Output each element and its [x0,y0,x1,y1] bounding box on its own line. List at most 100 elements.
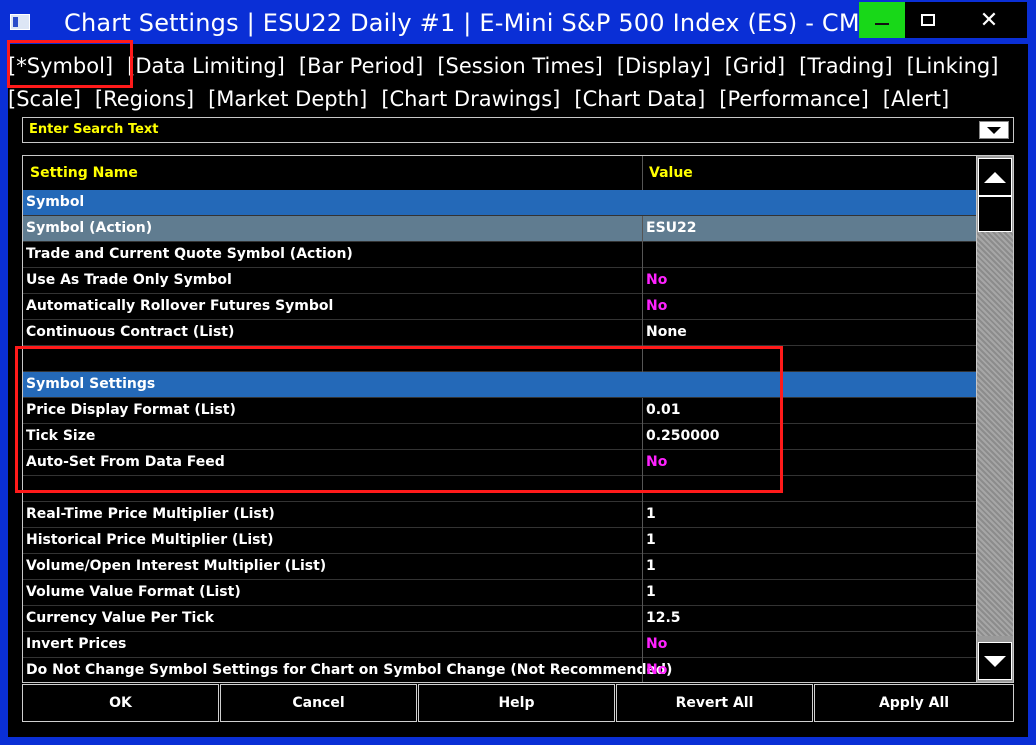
setting-row[interactable]: Use As Trade Only Symbol No [23,268,977,294]
setting-row[interactable]: Volume Value Format (List) 1 [23,580,977,606]
section-header-row[interactable]: Symbol [23,190,977,216]
tab-chart-data[interactable]: [Chart Data] [574,87,705,111]
setting-row[interactable]: Currency Value Per Tick 12.5 [23,606,977,632]
setting-name: Automatically Rollover Futures Symbol [26,298,334,314]
tab-performance[interactable]: [Performance] [719,87,868,111]
app-icon[interactable] [10,14,30,30]
setting-row[interactable]: Symbol (Action) ESU22 [23,216,977,242]
search-dropdown-button[interactable] [979,121,1009,139]
setting-name: Symbol [26,194,85,210]
setting-row[interactable]: Tick Size 0.250000 [23,424,977,450]
column-divider [642,242,643,268]
setting-value[interactable]: ESU22 [646,220,697,236]
tab-alert[interactable]: [Alert] [883,87,949,111]
minimize-icon [875,23,889,25]
arrow-up-icon [984,171,1006,183]
setting-value[interactable]: 0.01 [646,402,681,418]
setting-name: Tick Size [26,428,96,444]
tab-trading[interactable]: [Trading] [799,54,892,78]
maximize-button[interactable] [905,2,951,38]
setting-name: Price Display Format (List) [26,402,236,418]
close-button[interactable]: ✕ [951,2,1027,38]
tab-grid[interactable]: [Grid] [725,54,785,78]
setting-value[interactable]: None [646,324,687,340]
tab-linking[interactable]: [Linking] [907,54,999,78]
setting-value[interactable]: No [646,636,667,652]
setting-name: Volume/Open Interest Multiplier (List) [26,558,327,574]
setting-name: Invert Prices [26,636,127,652]
column-divider [642,268,643,294]
setting-name: Trade and Current Quote Symbol (Action) [26,246,353,262]
setting-value[interactable]: 1 [646,558,656,574]
setting-name: Symbol (Action) [26,220,153,236]
maximize-icon [921,14,935,26]
search-input[interactable]: Enter Search Text [22,117,1014,143]
column-divider[interactable] [642,156,643,190]
title-bar[interactable]: Chart Settings | ESU22 Daily #1 | E-Mini… [0,0,1036,44]
setting-row[interactable]: Continuous Contract (List) None [23,320,977,346]
column-divider [642,554,643,580]
setting-value[interactable]: No [646,298,667,314]
scroll-track[interactable] [977,232,1013,636]
revert-all-button[interactable]: Revert All [616,684,813,722]
setting-row[interactable]: Do Not Change Symbol Settings for Chart … [23,658,977,682]
tab-scale[interactable]: [Scale] [8,87,81,111]
setting-value[interactable]: 1 [646,584,656,600]
help-button[interactable]: Help [418,684,615,722]
column-divider [642,294,643,320]
tab-bar-period[interactable]: [Bar Period] [299,54,423,78]
tab-symbol[interactable]: [*Symbol] [8,54,113,78]
setting-row[interactable]: Automatically Rollover Futures Symbol No [23,294,977,320]
setting-value[interactable]: 12.5 [646,610,681,626]
scroll-down-button[interactable] [978,642,1012,680]
setting-name: Currency Value Per Tick [26,610,214,626]
setting-row[interactable]: Real-Time Price Multiplier (List) 1 [23,502,977,528]
setting-value[interactable]: 1 [646,506,656,522]
spacer-row [23,476,977,502]
column-divider [642,398,643,424]
scroll-thumb[interactable] [978,196,1012,232]
setting-name: Use As Trade Only Symbol [26,272,232,288]
setting-row[interactable]: Trade and Current Quote Symbol (Action) [23,242,977,268]
setting-row[interactable]: Volume/Open Interest Multiplier (List) 1 [23,554,977,580]
grid-header: Setting Name Value [23,156,977,190]
column-divider [642,658,643,682]
setting-value[interactable]: No [646,272,667,288]
setting-row[interactable]: Price Display Format (List) 0.01 [23,398,977,424]
window-title: Chart Settings | ESU22 Daily #1 | E-Mini… [64,9,876,37]
column-divider [642,580,643,606]
minimize-button[interactable] [859,2,905,38]
column-divider [642,632,643,658]
tab-chart-drawings[interactable]: [Chart Drawings] [381,87,560,111]
chart-settings-window: Chart Settings | ESU22 Daily #1 | E-Mini… [0,0,1036,745]
setting-value[interactable]: No [646,454,667,470]
scroll-up-button[interactable] [978,158,1012,196]
setting-name: Historical Price Multiplier (List) [26,532,274,548]
tab-session-times[interactable]: [Session Times] [437,54,603,78]
column-header-value[interactable]: Value [649,165,693,181]
setting-row[interactable]: Auto-Set From Data Feed No [23,450,977,476]
column-divider [642,502,643,528]
setting-value[interactable]: 1 [646,532,656,548]
column-divider [642,476,643,502]
column-divider [642,606,643,632]
column-divider [642,216,643,242]
tab-regions[interactable]: [Regions] [95,87,194,111]
setting-row[interactable]: Historical Price Multiplier (List) 1 [23,528,977,554]
ok-button[interactable]: OK [22,684,219,722]
vertical-scrollbar[interactable] [976,155,1014,683]
column-divider [642,528,643,554]
column-divider [642,320,643,346]
setting-value[interactable]: No [646,662,667,678]
section-header-row[interactable]: Symbol Settings [23,372,977,398]
setting-row[interactable]: Invert Prices No [23,632,977,658]
apply-all-button[interactable]: Apply All [814,684,1014,722]
tab-display[interactable]: [Display] [617,54,711,78]
tab-data-limiting[interactable]: [Data Limiting] [127,54,285,78]
grid-rows: Symbol Symbol (Action) ESU22 Trade and Curr… [23,190,977,682]
column-header-setting-name[interactable]: Setting Name [30,165,138,181]
setting-value[interactable]: 0.250000 [646,428,720,444]
cancel-button[interactable]: Cancel [220,684,417,722]
tab-market-depth[interactable]: [Market Depth] [208,87,367,111]
column-divider [642,424,643,450]
